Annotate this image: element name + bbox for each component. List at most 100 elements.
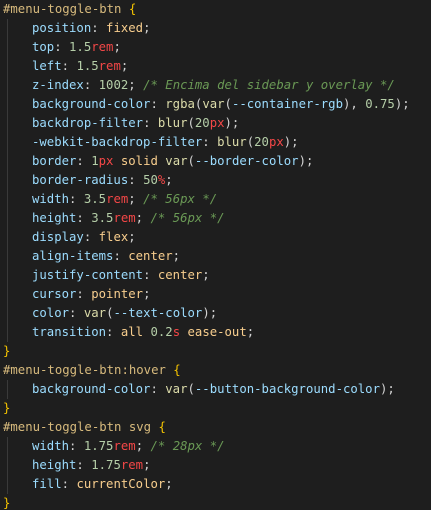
code-token-num: 20 [194,116,210,130]
code-line-text: border: 1px solid var(--border-color); [3,154,313,168]
code-token-var: --border-color [194,154,299,168]
code-token-punct: ); [394,97,410,111]
code-line: cursor: pointer; [0,285,410,304]
code-token-punct: : [113,249,129,263]
code-token-punct: ; [165,477,173,491]
code-token-prop: justify-content [32,268,144,282]
code-token-punct: : [106,325,121,339]
code-token-prop: border [32,154,77,168]
code-token-punct: ; [128,230,136,244]
code-token-brace: } [3,496,11,510]
code-token-sel: #menu-toggle-btn svg [3,420,152,434]
code-token-punct: : [202,135,218,149]
code-line-text: position: fixed; [3,21,150,35]
code-token-kw: center [128,249,173,263]
code-token-prop: position [32,21,92,35]
code-line: #menu-toggle-btn:hover { [0,361,410,380]
code-token-fn: blur [217,135,247,149]
code-token-punct [113,154,120,168]
code-line: fill: currentColor; [0,475,410,494]
code-token-var: --container-rgb [231,97,343,111]
code-token-unit: rem [91,40,114,54]
code-token-brace: { [128,2,137,16]
code-line-text: fill: currentColor; [3,477,173,491]
code-line-text: justify-content: center; [3,268,210,282]
code-line: border-radius: 50%; [0,171,410,190]
code-token-prop: display [32,230,84,244]
code-token-var: --button-background-color [194,382,380,396]
code-line: -webkit-backdrop-filter: blur(20px); [0,133,410,152]
code-line: display: flex; [0,228,410,247]
code-token-fn: var [165,154,188,168]
code-token-unit: s [172,325,181,339]
code-token-punct: : [69,306,84,320]
code-token-punct: : [128,173,144,187]
code-line-text: -webkit-backdrop-filter: blur(20px); [3,135,299,149]
code-token-kw: solid [120,154,158,168]
code-line: background-color: rgba(var(--container-r… [0,95,410,114]
code-token-unit: px [209,116,225,130]
code-line: position: fixed; [0,19,410,38]
code-line-text: transition: all 0.2s ease-out; [3,325,254,339]
code-token-punct: ; [143,458,151,472]
code-token-punct: ); [380,382,395,396]
code-line-text: background-color: var(--button-backgroun… [3,382,395,396]
code-line-text: #menu-toggle-btn svg { [3,420,166,434]
code-line: background-color: var(--button-backgroun… [0,380,410,399]
code-token-punct: : [69,439,84,453]
code-line-text: cursor: pointer; [3,287,150,301]
code-line-text: #menu-toggle-btn:hover { [3,363,181,377]
code-token-kw: pointer [91,287,144,301]
code-token-punct: : [54,40,70,54]
code-token-fn: blur [157,116,188,130]
code-token-punct: ( [187,154,195,168]
code-token-prop: z-index [32,78,84,92]
code-token-punct: : [61,59,77,73]
code-token-num: 50 [143,173,158,187]
code-token-punct: : [76,154,92,168]
code-token-punct: : [76,458,92,472]
code-token-punct: : [150,382,166,396]
code-token-kw: center [157,268,203,282]
code-line: z-index: 1002; /* Encima del sidebar y o… [0,76,410,95]
code-token-kw: all [120,325,144,339]
code-token-punct: : [76,287,92,301]
code-token-unit: rem [120,458,144,472]
code-token-punct: ; [143,21,151,35]
code-token-prop: height [32,458,77,472]
code-line: align-items: center; [0,247,410,266]
code-token-num: 1.75 [91,458,121,472]
code-line-text: top: 1.5rem; [3,40,121,54]
code-line-text: left: 1.5rem; [3,59,128,73]
code-token-punct: ; [143,287,151,301]
code-token-punct: ; [128,78,144,92]
code-token-punct: ( [187,382,195,396]
code-token-prop: background-color [32,97,151,111]
code-token-prop: backdrop-filter [32,116,144,130]
code-line: backdrop-filter: blur(20px); [0,114,410,133]
code-token-unit: px [268,135,284,149]
code-token-num: 1002 [98,78,129,92]
code-token-sel: #menu-toggle-btn [3,2,122,16]
code-token-punct: ; [128,192,144,206]
code-line-text: width: 1.75rem; /* 28px */ [3,439,225,453]
code-line: } [0,494,410,510]
code-line-text: width: 3.5rem; /* 56px */ [3,192,217,206]
code-line-text: color: var(--text-color); [3,306,217,320]
code-token-prop: transition [32,325,107,339]
code-line-text: background-color: rgba(var(--container-r… [3,97,410,111]
code-line: color: var(--text-color); [0,304,410,323]
code-token-prop: fill [32,477,62,491]
code-token-punct: : [61,477,77,491]
code-token-punct: ; [120,59,129,73]
code-token-kw: flex [98,230,129,244]
code-line-text: height: 3.5rem; /* 56px */ [3,211,225,225]
code-token-prop: width [32,192,70,206]
code-token-brace: } [3,344,11,358]
code-line-text: align-items: center; [3,249,180,263]
code-line: top: 1.5rem; [0,38,410,57]
code-token-punct: ; [172,249,181,263]
code-token-comment: /* 56px */ [143,192,218,206]
code-editor[interactable]: #menu-toggle-btn { position: fixed; top: 1… [0,0,431,510]
code-content[interactable]: #menu-toggle-btn { position: fixed; top: 1… [0,0,410,510]
